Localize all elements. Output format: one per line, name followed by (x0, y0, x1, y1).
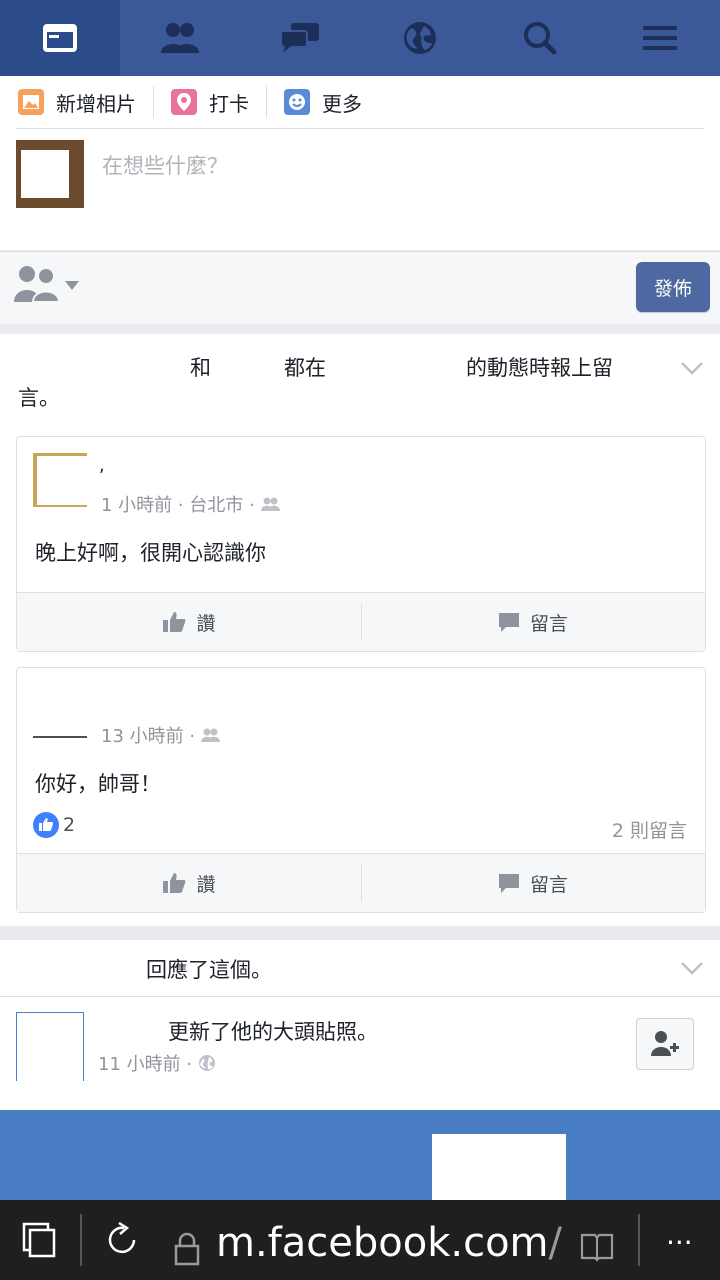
comment-label: 留言 (529, 873, 568, 896)
comment-count[interactable]: 2 則留言 (612, 816, 687, 843)
cover-photo[interactable] (0, 1110, 720, 1202)
post-actions: 讚 留言 (17, 853, 705, 912)
like-reaction-icon (33, 812, 59, 838)
check-in-label: 打卡 (209, 91, 249, 116)
status-input[interactable]: 在想些什麼？ (102, 150, 228, 180)
top-nav (0, 0, 720, 76)
add-friend-button[interactable] (636, 1018, 694, 1070)
comment-button[interactable]: 留言 (361, 854, 705, 912)
like-button[interactable]: 讚 (17, 593, 361, 651)
reading-view-button[interactable] (580, 1232, 614, 1262)
audience-bar (0, 251, 720, 324)
address-bar[interactable]: m.facebook.com/ (216, 1220, 562, 1266)
divider (80, 1214, 82, 1266)
post-meta: 1 小時前 · 台北市 · (101, 491, 281, 517)
author-avatar[interactable] (16, 1012, 84, 1081)
story-header-both-on: 都在 (284, 356, 326, 380)
check-in-button[interactable]: 打卡 (171, 76, 249, 128)
story-header-tail: 言。 (18, 386, 60, 410)
refresh-icon (108, 1221, 136, 1254)
divider (16, 128, 704, 129)
globe-public-icon (199, 1055, 216, 1071)
audience-selector[interactable] (12, 262, 84, 304)
like-count[interactable]: 2 (33, 812, 75, 838)
story-updated-text: 更新了他的大頭貼照。 (168, 1020, 378, 1044)
post-button[interactable]: 發佈 (636, 262, 710, 312)
post-timestamp: 13 小時前 · (101, 726, 196, 747)
globe-icon (404, 22, 436, 54)
chevron-down-icon (681, 962, 703, 975)
search-icon (524, 22, 557, 55)
like-button[interactable]: 讚 (17, 854, 361, 912)
photo-icon (18, 89, 44, 115)
post-message: 你好，帥哥！ (35, 772, 161, 796)
messages-tab[interactable] (240, 0, 360, 76)
post-meta: 13 小時前 · (101, 722, 221, 748)
post-timestamp: 1 小時前 · 台北市 · (101, 495, 255, 516)
post-card: 13 小時前 · 你好，帥哥！ 2 2 則留言 讚 留言 (16, 667, 706, 913)
friends-audience-icon (260, 497, 280, 511)
comment-icon (498, 613, 519, 632)
smiley-icon (284, 89, 310, 115)
url-host: m.facebook.com (216, 1220, 549, 1266)
friends-audience-icon (201, 728, 221, 742)
story-reacted-text: 回應了這個。 (146, 958, 272, 982)
tabs-icon (22, 1222, 56, 1258)
story-header-and: 和 (190, 356, 211, 380)
tabs-button[interactable] (22, 1222, 56, 1258)
story-options-button[interactable] (678, 954, 706, 982)
comment-icon (498, 874, 519, 893)
friend-requests-tab[interactable] (120, 0, 240, 76)
divider (638, 1214, 640, 1266)
add-photo-button[interactable]: 新增相片 (18, 76, 136, 128)
friends-icon (161, 23, 199, 53)
author-name[interactable]: , (99, 455, 105, 476)
post-meta: 11 小時前 · (98, 1050, 216, 1076)
author-avatar[interactable] (33, 453, 87, 507)
comment-button[interactable]: 留言 (361, 593, 705, 651)
thumbs-up-icon (163, 612, 186, 632)
story-header-timeline: 的動態時報上留 (466, 356, 613, 380)
more-label: 更多 (322, 91, 362, 116)
like-count-value: 2 (63, 814, 76, 836)
news-feed-icon (43, 24, 77, 52)
notifications-tab[interactable] (360, 0, 480, 76)
post-card: , 1 小時前 · 台北市 · 晚上好啊，很開心認識你 讚 留言 (16, 436, 706, 652)
divider (153, 86, 154, 118)
add-photo-label: 新增相片 (56, 91, 136, 116)
post-message: 晚上好啊，很開心認識你 (35, 541, 266, 565)
like-label: 讚 (196, 612, 216, 635)
book-icon (580, 1233, 614, 1262)
avatar (16, 140, 84, 208)
menu-tab[interactable] (600, 0, 720, 76)
comment-label: 留言 (529, 612, 568, 635)
author-avatar[interactable] (33, 736, 87, 738)
location-pin-icon (171, 89, 197, 115)
post-actions: 讚 留言 (17, 592, 705, 651)
search-tab[interactable] (480, 0, 600, 76)
story-options-button[interactable] (678, 354, 706, 382)
chevron-down-icon (681, 362, 703, 375)
divider (0, 996, 720, 997)
cover-photo-overlay (432, 1134, 566, 1204)
more-button[interactable]: 更多 (284, 76, 362, 128)
lock-icon (174, 1232, 200, 1266)
messages-icon (280, 23, 319, 53)
friends-audience-icon (14, 266, 79, 303)
add-friend-icon (651, 1031, 679, 1056)
divider (266, 86, 267, 118)
menu-icon (643, 26, 677, 50)
thumbs-up-icon (163, 873, 186, 893)
url-path: / (548, 1220, 563, 1266)
post-timestamp: 11 小時前 · (98, 1054, 193, 1075)
refresh-button[interactable] (102, 1220, 142, 1260)
news-feed-tab[interactable] (0, 0, 120, 76)
more-options-button[interactable]: ... (666, 1218, 693, 1251)
like-label: 讚 (196, 873, 216, 896)
